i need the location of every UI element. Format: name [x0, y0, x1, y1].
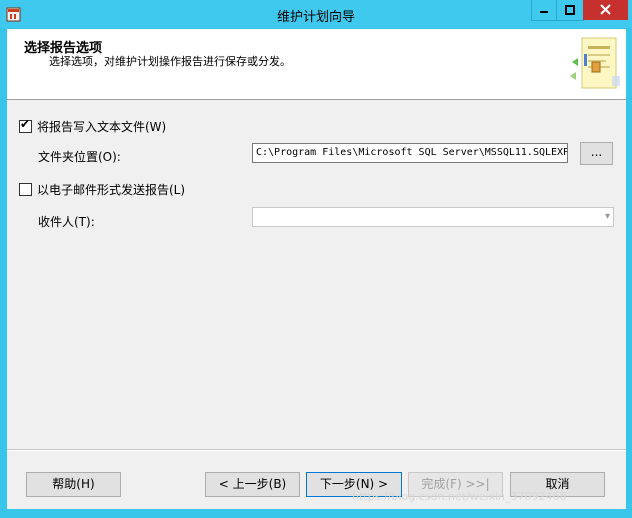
write-to-file-option[interactable]: ✔ 将报告写入文本文件(W)	[19, 117, 167, 135]
email-label: 以电子邮件形式发送报告(L)	[37, 183, 186, 197]
recipient-dropdown[interactable]: ▾	[252, 207, 614, 227]
write-to-file-label: 将报告写入文本文件(W)	[37, 120, 167, 134]
maximize-button[interactable]	[556, 0, 584, 21]
email-option[interactable]: 以电子邮件形式发送报告(L)	[19, 181, 185, 198]
check-icon: ✔	[20, 117, 31, 131]
wizard-header: 选择报告选项 选择选项，对维护计划操作报告进行保存或分发。	[7, 29, 626, 100]
chevron-down-icon: ▾	[604, 211, 610, 222]
minimize-icon	[540, 11, 548, 13]
page-subtitle: 选择选项，对维护计划操作报告进行保存或分发。	[49, 55, 291, 68]
help-button[interactable]: 帮助(H)	[26, 472, 121, 497]
close-button[interactable]	[583, 0, 628, 20]
folder-location-label: 文件夹位置(O):	[38, 150, 121, 164]
previous-button[interactable]: < 上一步(B)	[205, 472, 300, 497]
watermark: https://blog.csdn.net/weixin_37092468	[352, 490, 567, 503]
title-bar: 维护计划向导	[0, 0, 632, 28]
minimize-button[interactable]	[531, 0, 557, 21]
folder-location-field[interactable]: C:\Program Files\Microsoft SQL Server\MS…	[252, 143, 568, 163]
footer-divider-highlight	[7, 450, 626, 451]
email-checkbox[interactable]	[19, 183, 32, 196]
recipient-label: 收件人(T):	[38, 215, 95, 229]
maximize-icon	[565, 5, 575, 15]
browse-button[interactable]: ...	[580, 142, 613, 165]
wizard-client: 选择报告选项 选择选项，对维护计划操作报告进行保存或分发。 ✔ 将报告写入文本文…	[7, 29, 626, 509]
write-to-file-checkbox[interactable]: ✔	[19, 117, 32, 133]
close-icon	[600, 4, 611, 15]
wizard-report-icon	[570, 37, 620, 89]
